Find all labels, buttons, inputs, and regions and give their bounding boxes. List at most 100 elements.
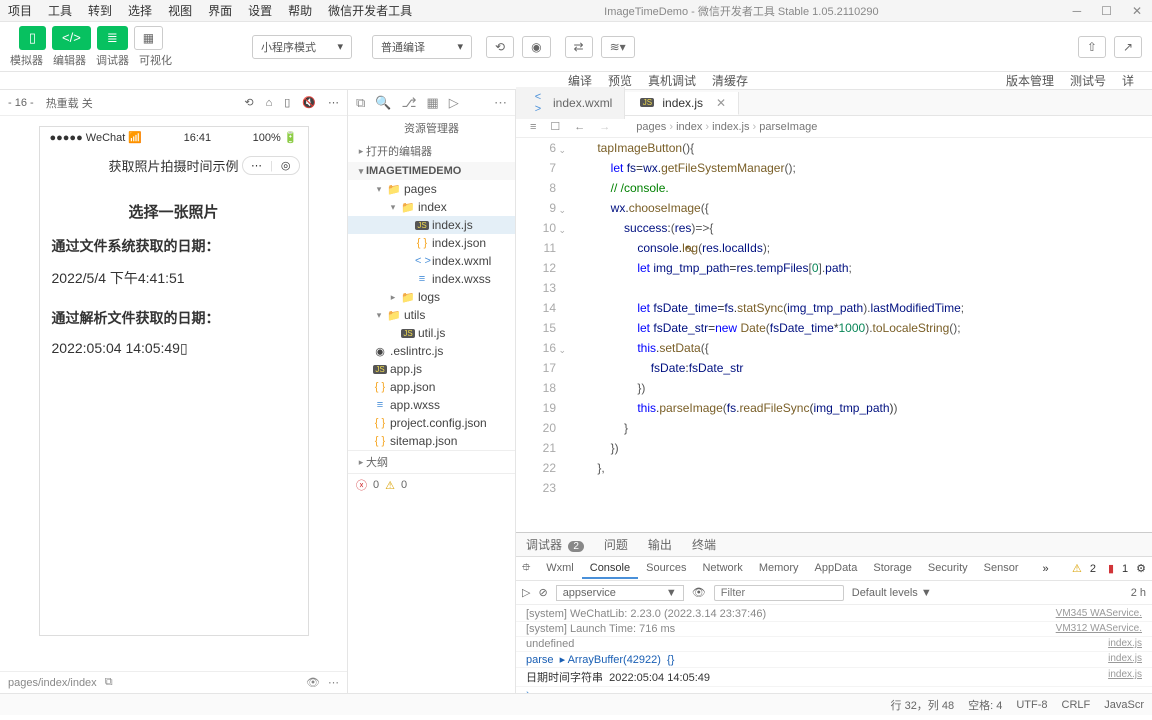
menu-转到[interactable]: 转到: [80, 2, 120, 19]
action-真机调试[interactable]: 真机调试: [640, 72, 704, 89]
menu-工具[interactable]: 工具: [40, 2, 80, 19]
devtools-tab-调试器[interactable]: 调试器 2: [516, 533, 594, 556]
devtools-tab-终端[interactable]: 终端: [682, 533, 726, 556]
more-icon[interactable]: ⋯: [494, 95, 507, 111]
open-editors-section[interactable]: ▸打开的编辑器: [348, 140, 515, 162]
eye-icon[interactable]: 👁: [306, 676, 320, 689]
tree-item-index.wxss[interactable]: ≡index.wxss: [348, 270, 515, 288]
copy-icon[interactable]: ⧉: [105, 676, 113, 689]
levels-select[interactable]: Default levels ▼: [852, 587, 932, 599]
menu-项目[interactable]: 项目: [0, 2, 40, 19]
encoding[interactable]: UTF-8: [1016, 699, 1047, 711]
devtools-subtab-Storage[interactable]: Storage: [865, 559, 920, 579]
simulator-button[interactable]: ▯: [19, 26, 46, 50]
clear-icon[interactable]: ⊘: [538, 586, 547, 599]
choose-photo-button[interactable]: 选择一张照片: [52, 193, 296, 230]
mute-icon[interactable]: 🔇: [302, 96, 316, 109]
back-icon[interactable]: ←: [570, 121, 589, 133]
context-select[interactable]: appservice▼: [556, 585, 684, 601]
tree-item-index[interactable]: ▾📁index: [348, 198, 515, 216]
zoom-indicator[interactable]: - 16 -: [8, 97, 34, 109]
action-测试号[interactable]: 测试号: [1062, 72, 1114, 89]
files-icon[interactable]: ⧉: [356, 95, 365, 111]
home-icon[interactable]: ⌂: [266, 97, 273, 109]
compile-select[interactable]: 普通编译▾: [372, 35, 472, 59]
breadcrumb-item[interactable]: index: [676, 121, 702, 133]
code-editor[interactable]: 6⌄789⌄10⌄111213141516⌄17181920212223 tap…: [516, 138, 1152, 532]
ext-icon[interactable]: ▦: [426, 95, 438, 111]
breadcrumb-item[interactable]: pages: [636, 121, 666, 133]
devtools-subtab-AppData[interactable]: AppData: [807, 559, 866, 579]
tab-index.wxml[interactable]: < >index.wxml: [516, 87, 625, 119]
mode-select[interactable]: 小程序模式▾: [252, 35, 352, 59]
preview-icon[interactable]: ◉: [522, 36, 550, 58]
eol[interactable]: CRLF: [1062, 699, 1091, 711]
devtools-subtab-Security[interactable]: Security: [920, 559, 976, 579]
devtools-subtab-Wxml[interactable]: Wxml: [538, 559, 582, 579]
hot-reload-toggle[interactable]: 热重载 关: [46, 95, 93, 111]
action-清缓存[interactable]: 清缓存: [704, 72, 756, 89]
devtools-subtab-Network[interactable]: Network: [694, 559, 750, 579]
tree-item-utils[interactable]: ▾📁utils: [348, 306, 515, 324]
outline-section[interactable]: ▸大纲: [348, 450, 515, 473]
more-icon[interactable]: ⋯: [328, 96, 339, 109]
error-icon[interactable]: ⓧ: [356, 477, 367, 493]
menu-icon[interactable]: ⋯: [251, 159, 262, 172]
upload-icon[interactable]: ⇧: [1078, 36, 1106, 58]
minimize-button[interactable]: ─: [1063, 4, 1092, 18]
project-section[interactable]: ▾IMAGETIMEDEMO: [348, 162, 515, 180]
tree-item-app.js[interactable]: JSapp.js: [348, 360, 515, 378]
tree-item-pages[interactable]: ▾📁pages: [348, 180, 515, 198]
menu-视图[interactable]: 视图: [160, 2, 200, 19]
clear-cache-icon[interactable]: ≋▾: [601, 36, 635, 58]
menu-微信开发者工具[interactable]: 微信开发者工具: [320, 2, 420, 19]
remote-debug-icon[interactable]: ⇄: [565, 36, 593, 58]
play-icon[interactable]: ▷: [522, 586, 530, 599]
tree-item-.eslintrc.js[interactable]: ◉.eslintrc.js: [348, 342, 515, 360]
forward-icon[interactable]: →: [595, 121, 614, 133]
inspect-icon[interactable]: ⯐: [522, 559, 530, 578]
eye-icon[interactable]: 👁: [692, 586, 706, 599]
target-icon[interactable]: ◎: [281, 159, 291, 172]
action-版本管理[interactable]: 版本管理: [998, 72, 1062, 89]
tree-item-logs[interactable]: ▸📁logs: [348, 288, 515, 306]
action-详[interactable]: 详: [1114, 72, 1142, 89]
devtools-subtab-Memory[interactable]: Memory: [751, 559, 807, 579]
devtools-subtab-Console[interactable]: Console: [582, 559, 638, 579]
tree-item-index.js[interactable]: JSindex.js: [348, 216, 515, 234]
debug-icon[interactable]: ▷: [449, 95, 459, 111]
close-icon[interactable]: ✕: [716, 96, 726, 110]
visual-button[interactable]: ▦: [134, 26, 163, 50]
menu-帮助[interactable]: 帮助: [280, 2, 320, 19]
bookmark-icon[interactable]: ☐: [546, 120, 564, 133]
menu-icon[interactable]: ≡: [526, 121, 540, 133]
close-button[interactable]: ✕: [1122, 4, 1152, 18]
devtools-subtab-Sensor[interactable]: Sensor: [976, 559, 1027, 579]
devtools-tab-输出[interactable]: 输出: [638, 533, 682, 556]
devtools-tab-问题[interactable]: 问题: [594, 533, 638, 556]
tree-item-sitemap.json[interactable]: { }sitemap.json: [348, 432, 515, 450]
tree-item-index.wxml[interactable]: < >index.wxml: [348, 252, 515, 270]
tab-index.js[interactable]: JSindex.js✕: [625, 92, 739, 115]
filter-input[interactable]: [714, 585, 844, 601]
search-icon[interactable]: 🔍: [375, 95, 391, 111]
warning-icon[interactable]: ⚠: [385, 479, 395, 492]
menu-界面[interactable]: 界面: [200, 2, 240, 19]
gear-icon[interactable]: ⚙: [1136, 562, 1146, 575]
tree-item-index.json[interactable]: { }index.json: [348, 234, 515, 252]
menu-选择[interactable]: 选择: [120, 2, 160, 19]
branch-icon[interactable]: ⎇: [401, 95, 416, 111]
tree-item-app.json[interactable]: { }app.json: [348, 378, 515, 396]
tree-item-util.js[interactable]: JSutil.js: [348, 324, 515, 342]
devtools-subtab-Sources[interactable]: Sources: [638, 559, 694, 579]
more-icon[interactable]: ⋯: [328, 676, 339, 689]
debugger-button[interactable]: ≣: [97, 26, 128, 50]
breadcrumb-item[interactable]: index.js: [712, 121, 749, 133]
indent-setting[interactable]: 空格: 4: [968, 697, 1002, 713]
cursor-position[interactable]: 行 32，列 48: [891, 697, 955, 713]
device-icon[interactable]: ▯: [284, 96, 290, 109]
tree-item-project.config.json[interactable]: { }project.config.json: [348, 414, 515, 432]
refresh-icon[interactable]: ⟲: [244, 96, 253, 109]
expand-icon[interactable]: »: [1043, 563, 1049, 575]
maximize-button[interactable]: ☐: [1091, 4, 1122, 18]
